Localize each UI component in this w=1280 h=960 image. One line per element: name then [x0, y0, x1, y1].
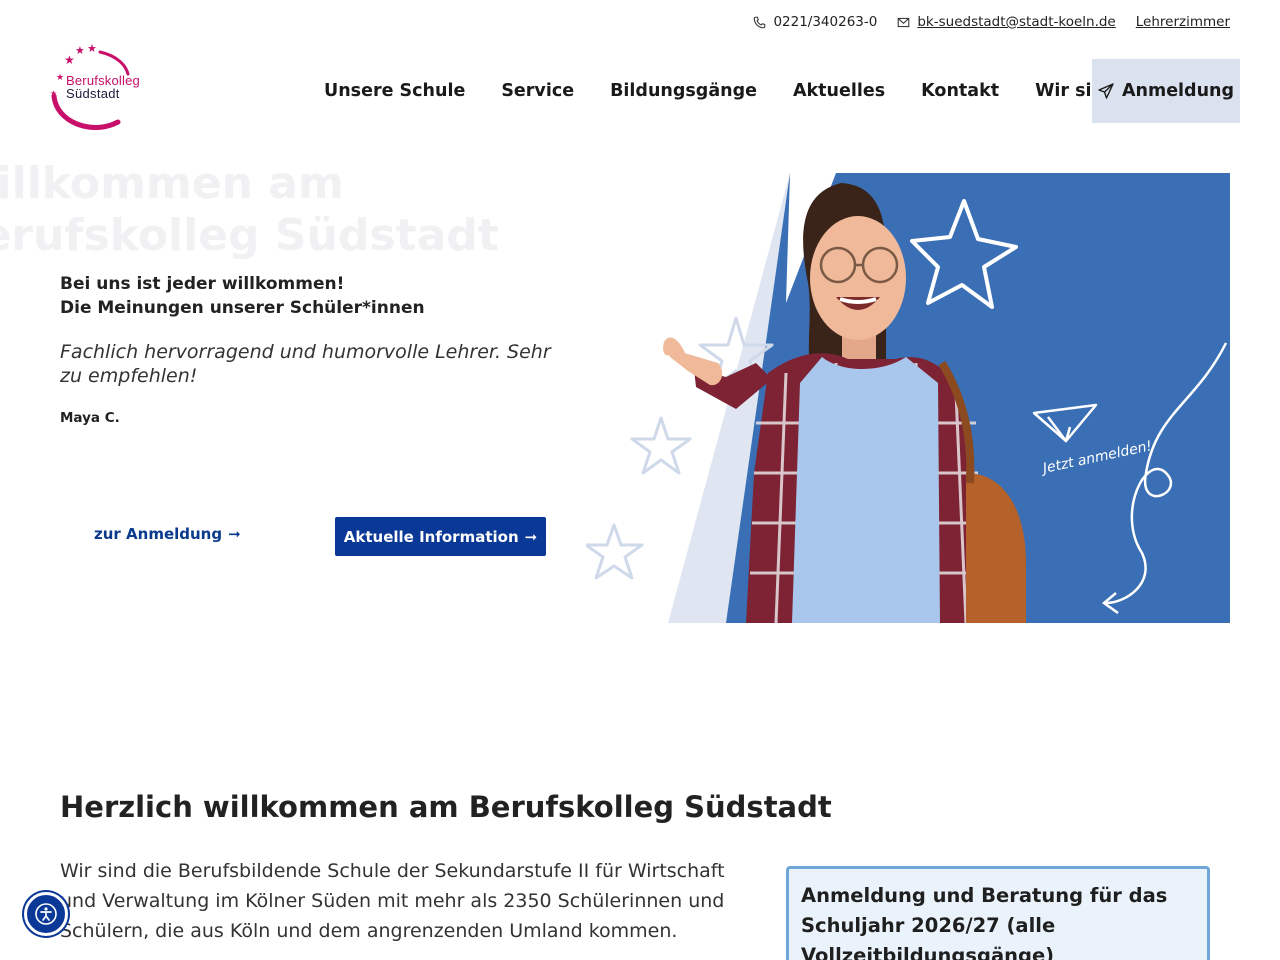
- svg-text:★: ★: [50, 89, 57, 98]
- accessibility-icon: [35, 903, 57, 925]
- intro-body: Wir sind die Berufsbildende Schule der S…: [60, 860, 725, 942]
- phone-number[interactable]: 0221/340263-0: [773, 14, 877, 30]
- hero-heading-line1: Bei uns ist jeder willkommen!: [60, 274, 345, 294]
- logo-text-line2: Südstadt: [66, 86, 120, 101]
- arrow-right-icon: ➞: [228, 525, 241, 543]
- school-logo[interactable]: ★ ★ ★ ★ ★ Berufskolleg Südstadt: [48, 40, 160, 136]
- nav-item-service[interactable]: Service: [483, 59, 592, 123]
- hero-heading-line2: Die Meinungen unserer Schüler*innen: [60, 298, 425, 318]
- registration-info-text: Anmeldung und Beratung für das Schuljahr…: [801, 884, 1168, 960]
- testimonial-author: Maya C.: [60, 410, 120, 426]
- staff-room-link[interactable]: Lehrerzimmer: [1136, 14, 1230, 30]
- testimonial-quote: Fachlich hervorragend und humorvolle Leh…: [60, 341, 551, 387]
- intro-title: Herzlich willkommen am Berufskolleg Süds…: [60, 790, 832, 824]
- email-contact[interactable]: bk-suedstadt@stadt-koeln.de: [897, 14, 1116, 30]
- registration-info-box[interactable]: Anmeldung und Beratung für das Schuljahr…: [786, 866, 1210, 960]
- hero-ghost-title-line2: Berufskolleg Südstadt: [0, 210, 499, 261]
- registration-button[interactable]: Anmeldung: [1092, 59, 1240, 123]
- current-information-button[interactable]: Aktuelle Information ➞: [335, 517, 546, 556]
- hero-ghost-title: Willkommen am Berufskolleg Südstadt: [0, 158, 499, 262]
- email-link[interactable]: bk-suedstadt@stadt-koeln.de: [917, 14, 1115, 30]
- nav-item-bildungsgaenge[interactable]: Bildungsgänge: [592, 59, 775, 123]
- hero-ghost-title-line1: Willkommen am: [0, 158, 344, 209]
- hero-heading: Bei uns ist jeder willkommen! Die Meinun…: [60, 272, 560, 320]
- phone-icon: [754, 16, 766, 28]
- to-registration-link[interactable]: zur Anmeldung ➞: [94, 525, 241, 543]
- svg-text:★: ★: [87, 42, 97, 55]
- nav-item-kontakt[interactable]: Kontakt: [903, 59, 1017, 123]
- hero-student-image: Jetzt anmelden!: [586, 173, 1230, 623]
- svg-text:★: ★: [64, 53, 75, 67]
- hero-testimonial: Bei uns ist jeder willkommen! Die Meinun…: [60, 272, 560, 426]
- svg-text:★: ★: [56, 73, 64, 83]
- main-navigation: Unsere Schule Service Bildungsgänge Aktu…: [306, 59, 1240, 123]
- phone-contact[interactable]: 0221/340263-0: [753, 14, 877, 30]
- nav-item-aktuelles[interactable]: Aktuelles: [775, 59, 903, 123]
- top-contact-bar: 0221/340263-0 bk-suedstadt@stadt-koeln.d…: [753, 14, 1230, 30]
- current-information-button-label: Aktuelle Information: [343, 527, 519, 546]
- paper-plane-icon: [1098, 83, 1114, 99]
- to-registration-link-label: zur Anmeldung: [94, 525, 223, 543]
- accessibility-button[interactable]: [24, 892, 68, 936]
- mail-icon: [898, 17, 910, 27]
- svg-text:★: ★: [75, 44, 85, 57]
- nav-item-unsere-schule[interactable]: Unsere Schule: [306, 59, 483, 123]
- registration-button-label: Anmeldung: [1121, 81, 1235, 101]
- arrow-right-icon: ➞: [524, 527, 538, 546]
